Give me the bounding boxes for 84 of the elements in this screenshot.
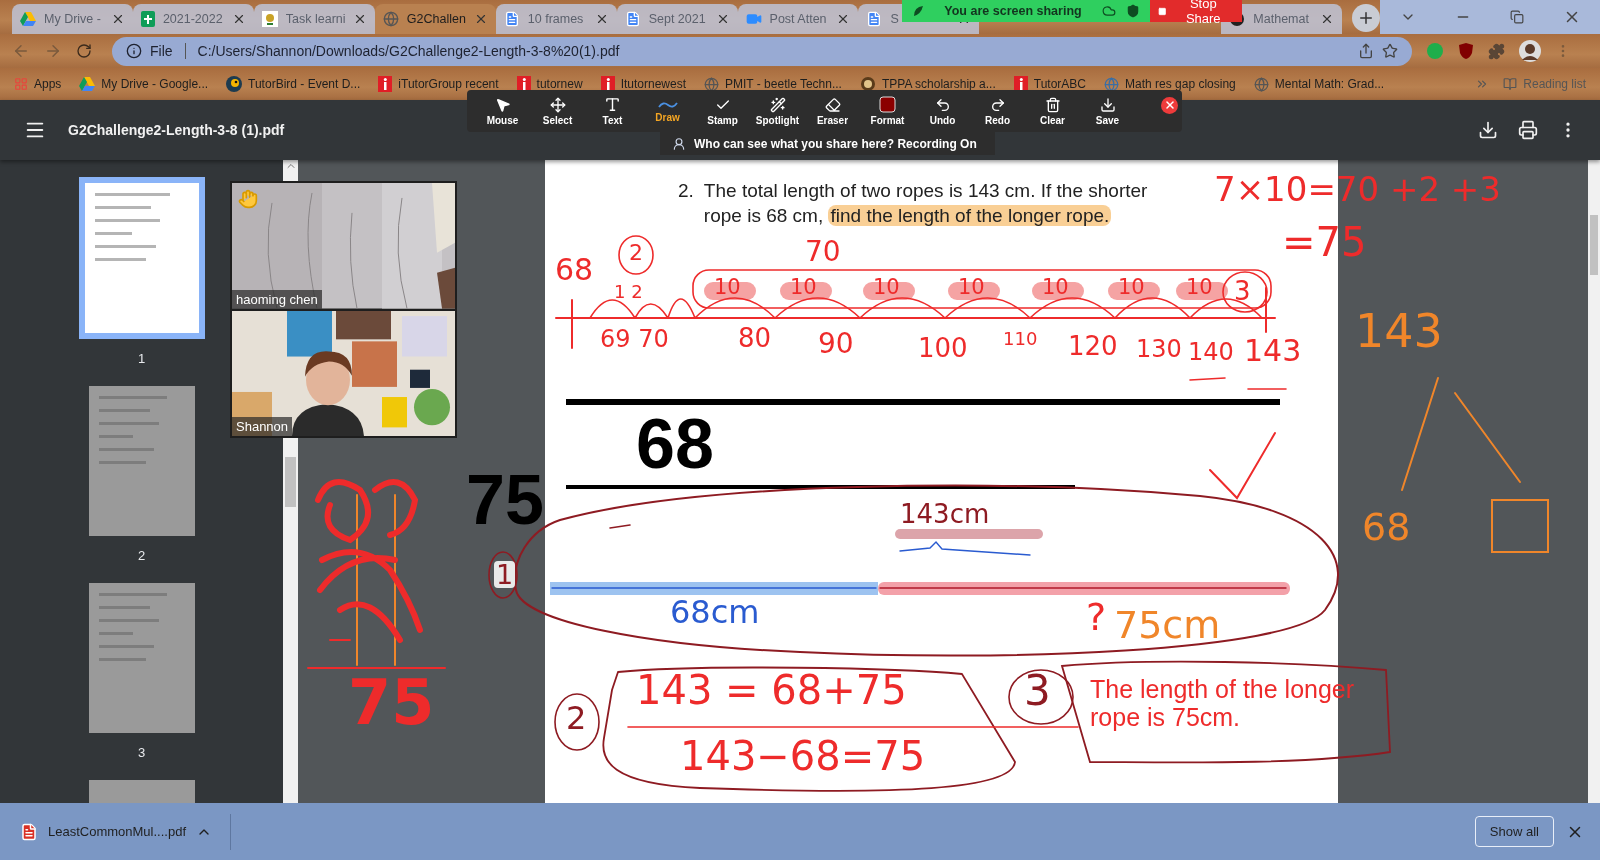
browser-tab[interactable]: G2Challen: [374, 4, 496, 34]
handwritten-text: 2: [566, 702, 587, 734]
handwritten-text: 68cm: [670, 596, 760, 628]
bookmark-link[interactable]: Math res gap closing: [1104, 76, 1236, 92]
toolbar-button[interactable]: Text: [585, 96, 640, 126]
bookmark-link[interactable]: PMIT - beetle Techn...: [704, 76, 842, 92]
handwritten-text: 143: [1244, 336, 1302, 366]
tab-title: 2021-2022: [162, 12, 224, 26]
handwritten-text: ?: [1086, 598, 1107, 636]
toolbar-button[interactable]: Spotlight: [750, 96, 805, 126]
handwritten-text: 80: [738, 325, 772, 351]
handwritten-text: 75cm: [1114, 606, 1221, 644]
handwritten-text: 143 = 68+75: [636, 670, 907, 710]
show-all-button[interactable]: Show all: [1474, 816, 1554, 847]
bookmark-link[interactable]: Mental Math: Grad...: [1253, 76, 1385, 92]
toolbar-button[interactable]: Undo: [915, 96, 970, 126]
handwritten-text: 1 2: [614, 283, 643, 301]
address-text: C:/Users/Shannon/Downloads/G2Challenge2-Length-3-8%20(1).pdf: [197, 43, 621, 59]
toolbar-button[interactable]: Stamp: [695, 96, 750, 126]
toolbar-button[interactable]: Redo: [970, 96, 1025, 126]
document-title: G2Challenge2-Length-3-8 (1).pdf: [68, 122, 285, 138]
tab-title: Mathemat: [1253, 12, 1310, 26]
handwritten-text: 68: [1362, 508, 1411, 546]
toolbar-button[interactable]: Select: [530, 96, 585, 126]
handwritten-text: 3: [1234, 278, 1251, 304]
bookmark-link[interactable]: TPPA scholarship a...: [859, 76, 996, 92]
address-bar[interactable]: File C:/Users/Shannon/Downloads/G2Challenge2-Length-3-8%20(1).pdf: [112, 36, 1412, 66]
tab-title: S: [890, 12, 900, 26]
toolbar-button[interactable]: Format: [860, 96, 915, 126]
handwritten-text: 10: [790, 277, 817, 298]
bookmark-link[interactable]: TutorBird - Event D...: [226, 76, 361, 92]
bookmark-link[interactable]: Apps: [14, 77, 62, 91]
participant-name: Shannon: [232, 417, 293, 436]
text-annotation: 68: [636, 406, 714, 483]
toolbar-button[interactable]: Mouse: [475, 96, 530, 126]
handwritten-text: 143cm: [900, 501, 990, 527]
handwritten-text: 130: [1136, 337, 1182, 361]
bookmark-link[interactable]: My Drive - Google...: [79, 77, 209, 91]
handwritten-text: 140: [1188, 340, 1234, 364]
handwritten-text: 10: [873, 277, 900, 298]
handwritten-text: 70: [805, 238, 841, 266]
handwritten-text: 69 70: [600, 327, 669, 351]
handwritten-text: 143: [1355, 308, 1443, 354]
tab-title: My Drive -: [44, 12, 102, 26]
tab-title: Task learni: [285, 12, 345, 26]
handwritten-text: 10: [958, 277, 985, 298]
handwritten-text: 10: [1186, 277, 1213, 298]
handwritten-text: 100: [918, 335, 968, 361]
browser-tab[interactable]: My Drive -: [12, 4, 133, 34]
toolbar-button[interactable]: Save: [1080, 96, 1135, 126]
handwritten-text: 68: [555, 255, 594, 285]
handwritten-text: 10: [1042, 277, 1069, 298]
tab-title: G2Challen: [406, 12, 466, 26]
address-scheme: File: [150, 43, 173, 59]
handwritten-text: 120: [1068, 333, 1118, 359]
download-item[interactable]: LeastCommonMul....pdf: [20, 813, 231, 850]
page-number: 2: [137, 548, 146, 563]
browser-tab[interactable]: Post Atten: [737, 4, 859, 34]
toolbar-button[interactable]: Eraser: [805, 96, 860, 126]
browser-tab[interactable]: Sept 2021: [616, 4, 738, 34]
page-number: 3: [137, 745, 146, 760]
handwritten-text: 10: [714, 277, 741, 298]
browser-tab[interactable]: 2021-2022: [132, 4, 254, 34]
tab-title: 10 frames: [527, 12, 585, 26]
page-number: 1: [137, 351, 146, 366]
handwritten-text: 110: [1003, 330, 1038, 348]
handwritten-text: 1: [494, 561, 516, 588]
recording-notice[interactable]: Who can see what you share here? Recording On: [660, 132, 995, 155]
question-text: 2. The total length of two ropes is 143 cm. If the shorter rope is 68 cm, find the length of the longer rope.: [678, 179, 1149, 228]
toolbar-button[interactable]: Draw: [640, 99, 695, 123]
handwritten-text: 75: [348, 672, 435, 734]
browser-tab[interactable]: Task learni: [253, 4, 375, 34]
tab-title: Post Atten: [769, 12, 828, 26]
text-annotation: 75: [466, 462, 544, 539]
sharing-banner: You are screen sharing: [902, 0, 1150, 22]
handwritten-text: 90: [818, 330, 854, 358]
bookmark-link[interactable]: iTutorGroup recent: [378, 76, 499, 92]
browser-tab[interactable]: 10 frames: [495, 4, 617, 34]
handwritten-text: 2: [629, 242, 643, 264]
tab-title: Sept 2021: [648, 12, 707, 26]
handwritten-text: 3: [1024, 670, 1051, 712]
toolbar-button[interactable]: Clear: [1025, 96, 1080, 126]
handwritten-text: 10: [1118, 277, 1145, 298]
handwritten-text: 143−68=75: [680, 736, 926, 776]
